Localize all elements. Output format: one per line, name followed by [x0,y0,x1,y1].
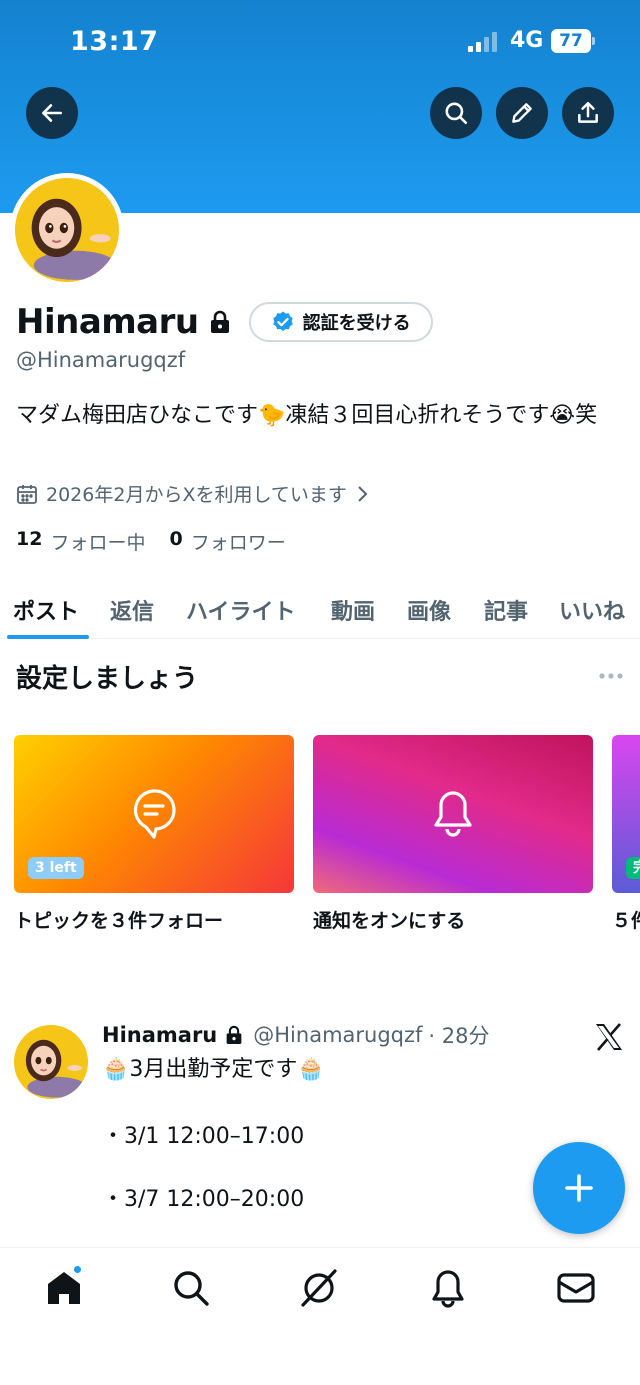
joined-text: 2026年2月からXを利用しています [46,484,347,506]
profile-avatar[interactable] [10,173,124,287]
topics-left-badge: 3 left [28,857,84,879]
nav-grok[interactable] [299,1268,339,1308]
network-type: 4G [510,28,544,53]
status-time: 13:17 [70,26,159,57]
tab-posts[interactable]: ポスト [6,580,90,639]
status-bar: 13:17 4G 77 [0,26,640,60]
following-label: フォロー中 [50,532,146,554]
profile-bio: マダム梅田店ひなこです🐤凍結３回目心折れそうです😭笑 [16,403,598,428]
setup-card-topics[interactable]: 3 left [14,735,294,893]
notifications-bell-icon [432,1270,464,1308]
post-author-name[interactable]: Hinamaru [102,1023,217,1047]
more-options-icon[interactable] [598,672,624,680]
back-arrow-icon [42,104,62,122]
topic-bubble-icon [133,789,176,839]
setup-title: 設定しましょう [16,664,199,694]
tab-likes[interactable]: いいね [559,580,625,639]
messages-envelope-icon [557,1273,595,1303]
battery-level: 77 [559,31,583,51]
signal-strength-icon [468,32,497,52]
following-count: 12 [16,528,43,550]
joined-date[interactable]: 2026年2月からXを利用しています [16,480,369,507]
edit-button[interactable] [496,87,548,139]
back-button[interactable] [26,87,78,139]
nav-messages[interactable] [556,1268,596,1308]
notifications-bell-icon [434,791,472,837]
setup-card-notifications[interactable] [313,735,593,893]
nav-search[interactable] [171,1268,211,1308]
tab-videos[interactable]: 動画 [331,580,375,639]
following-link[interactable]: 12 フォロー中 [16,528,145,555]
setup-card-third[interactable]: 完 [612,735,640,893]
lock-icon [210,310,229,333]
setup-card-notifications-label: 通知をオンにする [313,910,466,932]
profile-handle: @Hinamarugqzf [16,348,186,372]
tab-highlights[interactable]: ハイライト [186,580,296,639]
follow-stats: 12 フォロー中 0 フォロワー [16,528,310,555]
post-time: · 28分 [428,1024,490,1048]
home-unread-dot [72,1264,83,1275]
profile-name: Hinamaru [16,302,199,342]
edit-pencil-icon [512,103,532,123]
profile-tabs: ポスト 返信 ハイライト 動画 画像 記事 いいね [0,580,640,639]
search-icon [174,1271,209,1306]
lock-icon [226,1025,242,1044]
x-logo-icon [596,1023,622,1051]
share-icon [578,102,598,123]
followers-link[interactable]: 0 フォロワー [169,528,285,555]
share-button[interactable] [562,87,614,139]
followers-label: フォロワー [190,532,286,554]
get-verified-button[interactable]: 認証を受ける [248,302,433,342]
setup-card-third-label: ５件 [612,910,640,932]
post-schedule-line-1: ・3/1 12:00–17:00 [102,1124,305,1149]
post-avatar[interactable] [14,1025,88,1099]
post-schedule-line-2: ・3/7 12:00–20:00 [102,1187,305,1212]
battery-icon: 77 [551,29,595,53]
nav-notifications[interactable] [428,1268,468,1308]
post-author-handle[interactable]: @Hinamarugqzf [253,1023,422,1047]
tab-replies[interactable]: 返信 [110,580,154,639]
tab-articles[interactable]: 記事 [484,580,528,639]
search-icon [445,102,468,125]
verified-badge-icon [272,311,293,331]
calendar-icon [17,484,37,504]
post-text: 🧁3月出勤予定です🧁 [102,1057,325,1082]
completed-badge: 完 [626,857,640,879]
plus-icon [565,1174,593,1202]
tab-photos[interactable]: 画像 [407,580,451,639]
grok-icon [301,1269,337,1307]
setup-card-topics-label: トピックを３件フォロー [14,910,224,932]
bottom-navigation [0,1247,640,1385]
post-header: Hinamaru @Hinamarugqzf · 28分 [102,1020,490,1050]
get-verified-label: 認証を受ける [302,313,411,334]
chevron-right-icon [358,485,368,502]
search-button[interactable] [430,87,482,139]
followers-count: 0 [169,528,183,550]
profile-name-row: Hinamaru 認証を受ける [16,298,433,346]
compose-post-button[interactable] [533,1142,625,1234]
